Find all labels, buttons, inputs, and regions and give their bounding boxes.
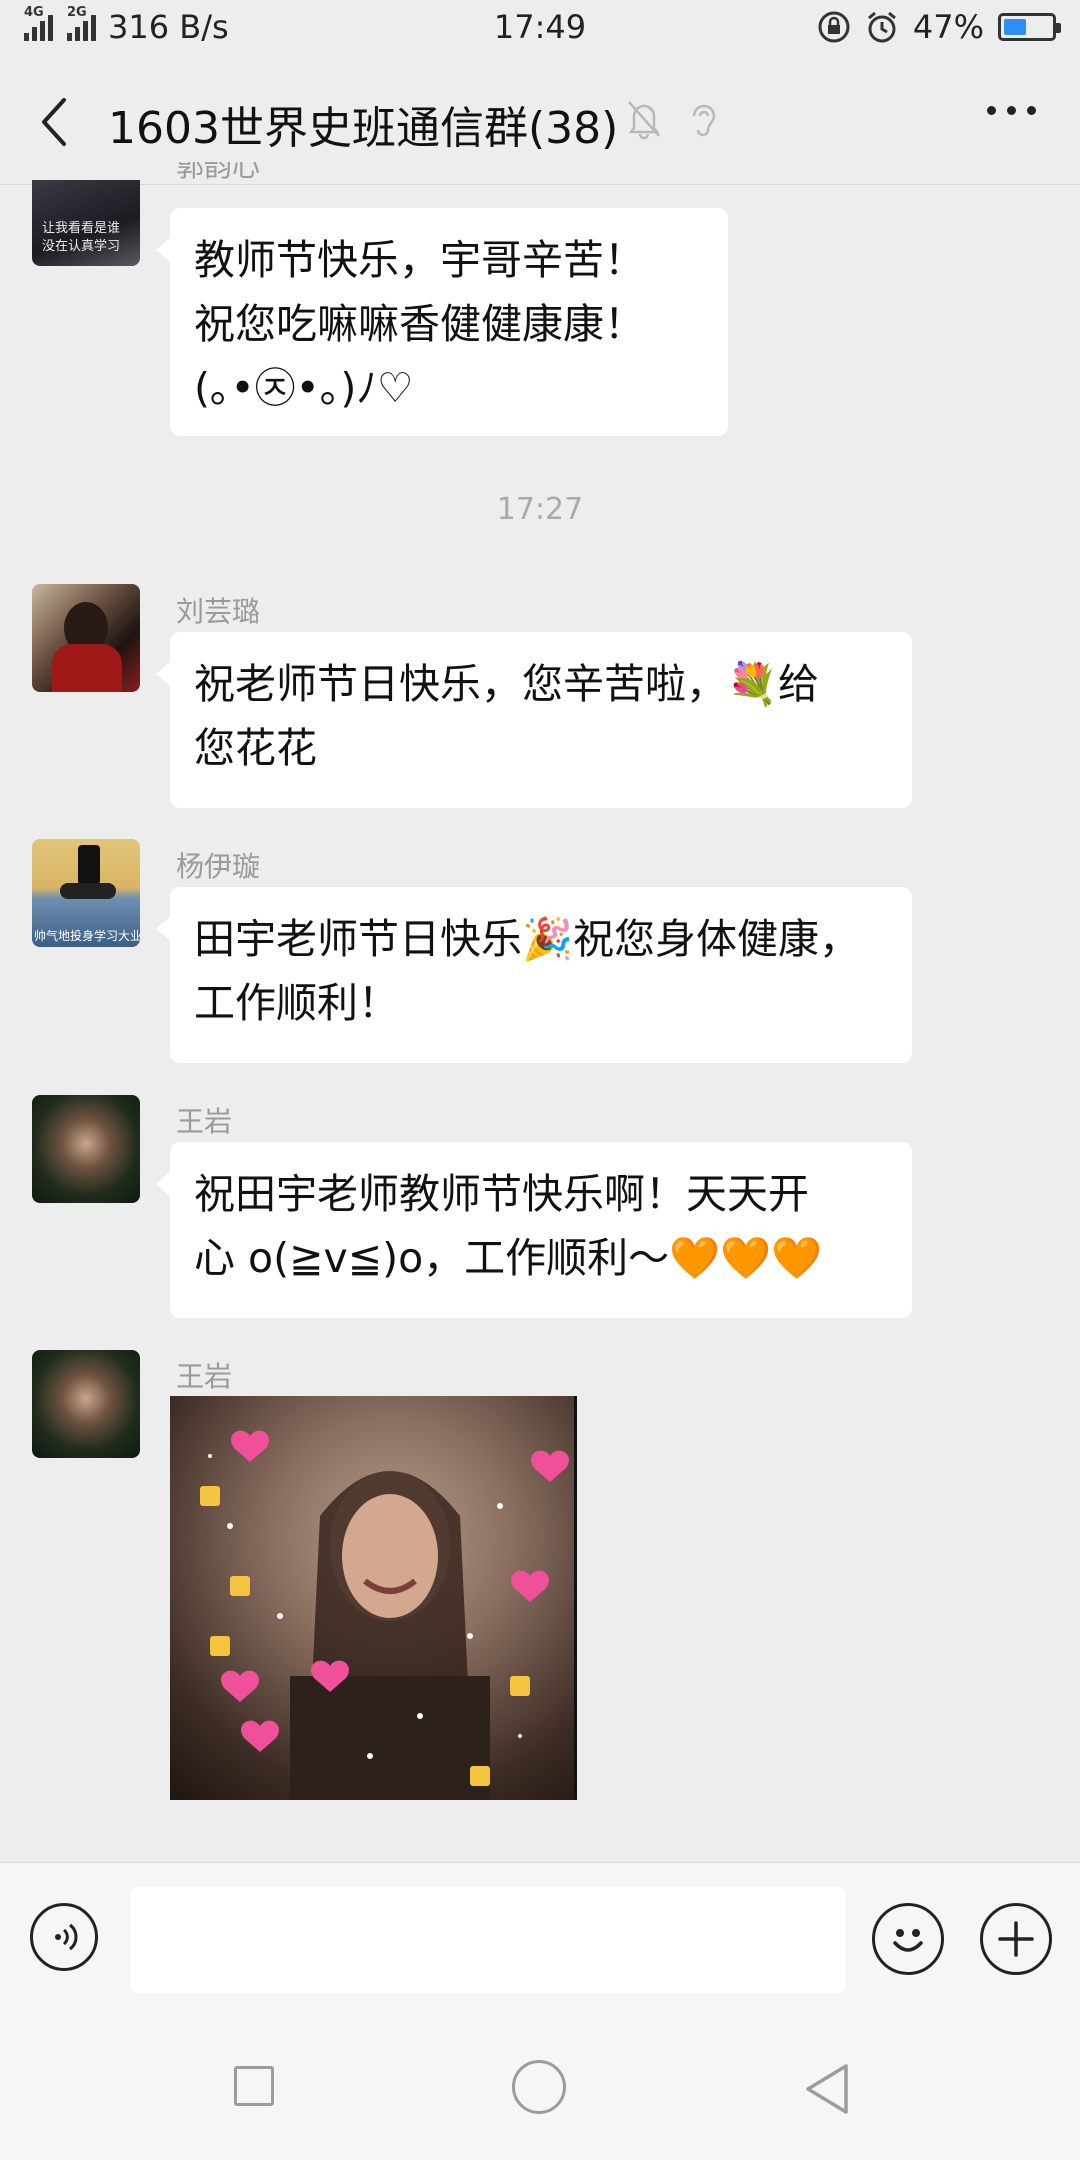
recent-apps-icon[interactable] — [234, 2066, 274, 2106]
home-icon[interactable] — [512, 2060, 566, 2114]
alarm-icon — [867, 11, 896, 43]
status-bar: 4G 2G 316 B/s 17:49 47% — [0, 0, 1080, 56]
input-bar — [0, 1862, 1080, 2011]
avatar[interactable] — [32, 584, 140, 692]
lock-rotation-icon — [818, 11, 850, 43]
message-input[interactable] — [130, 1887, 846, 1993]
avatar-caption: 帅气地投身学习大业 — [34, 929, 140, 943]
system-nav-bar — [0, 2010, 1080, 2160]
sender-name: 杨伊璇 — [176, 850, 261, 883]
voice-icon[interactable] — [30, 1903, 98, 1971]
battery-fill — [1004, 19, 1026, 35]
more-dots-icon[interactable] — [987, 106, 1036, 115]
chat-title: 1603世界史班通信群(38) — [108, 103, 619, 154]
plus-icon[interactable] — [980, 1903, 1052, 1975]
smiley-icon[interactable] — [872, 1903, 944, 1975]
message-bubble[interactable]: 祝老师节日快乐，您辛苦啦，💐给 您花花 — [156, 632, 912, 808]
image-content — [200, 1430, 569, 1800]
back-triangle-icon[interactable] — [802, 2062, 852, 2116]
avatar-caption: 让我看看是谁 没在认真学习 — [42, 221, 121, 254]
battery-icon — [998, 13, 1061, 41]
sender-name: 刘芸璐 — [176, 595, 261, 628]
message-bubble[interactable]: 田宇老师节日快乐🎉祝您身体健康， 工作顺利！ — [156, 887, 912, 1063]
sender-name: 王岩 — [176, 1105, 233, 1138]
avatar[interactable] — [32, 1095, 140, 1203]
sender-name: 王岩 — [176, 1360, 233, 1393]
ear-icon — [692, 104, 716, 137]
timestamp: 17:27 — [496, 492, 584, 527]
message-bubble[interactable]: 教师节快乐，宇哥辛苦！ 祝您吃嘛嘛香健健康康！ (｡•㉨•｡)ﾉ♡ — [156, 208, 728, 436]
avatar[interactable]: 帅气地投身学习大业 — [32, 839, 140, 947]
chat-header: 1603世界史班通信群(38) — [0, 56, 1080, 185]
message-bubble[interactable]: 祝田宇老师教师节快乐啊！天天开 心 o(≧v≦)o，工作顺利～🧡🧡🧡 — [156, 1142, 912, 1318]
avatar[interactable]: 让我看看是谁 没在认真学习 — [32, 180, 140, 266]
status-right: 47% — [817, 8, 1061, 46]
avatar[interactable] — [32, 1350, 140, 1458]
sender-name: 郭韵心 — [176, 162, 261, 182]
bell-off-icon — [628, 101, 660, 140]
back-chevron-icon[interactable] — [36, 96, 72, 148]
battery-percent: 47% — [912, 8, 984, 46]
message-image[interactable] — [170, 1396, 577, 1800]
